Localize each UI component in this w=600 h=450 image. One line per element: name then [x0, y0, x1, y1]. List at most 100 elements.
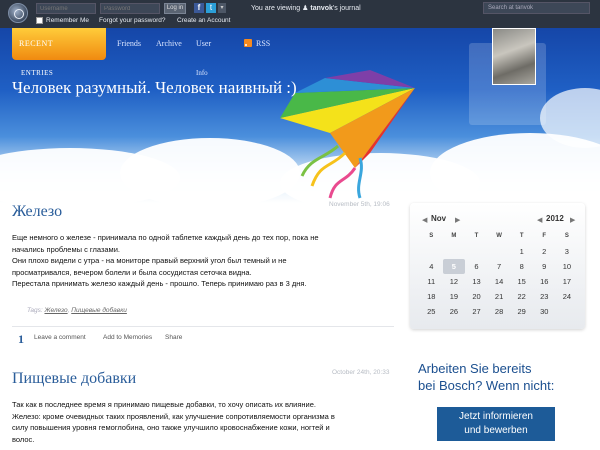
nav-entries-label[interactable]: ENTRIES	[21, 69, 53, 77]
remember-me[interactable]: Remember Me	[36, 17, 89, 24]
post-title[interactable]: Пищевые добавки	[12, 370, 136, 388]
journal-owner-link[interactable]: tanvok	[310, 5, 333, 12]
calendar-day[interactable]: 12	[443, 274, 466, 289]
nav-user[interactable]: User	[196, 39, 211, 48]
password-input[interactable]	[100, 3, 160, 14]
weekday-label: S	[564, 233, 569, 239]
twitter-icon[interactable]: t	[206, 3, 216, 13]
viewing-prefix: You are viewing	[251, 5, 301, 12]
weekday-label: T	[474, 233, 479, 239]
post-line: Железо: кроме очевидных таких проявлений…	[12, 411, 335, 421]
calendar-day[interactable]: 7	[488, 259, 511, 274]
calendar-month[interactable]: Nov	[431, 214, 446, 223]
journal-title: Человек разумный. Человек наивный :)	[12, 78, 297, 97]
ad-apply-button[interactable]: Jetzt informieren und bewerben	[437, 407, 555, 441]
calendar-day[interactable]: 26	[443, 304, 466, 319]
post-date: November 5th, 19:06	[329, 201, 390, 208]
tag-link[interactable]: Пищевые добавки	[71, 307, 127, 314]
calendar-day[interactable]: 8	[510, 259, 533, 274]
remember-me-label: Remember Me	[46, 17, 89, 24]
post-line: Перестала принимать железо каждый день -…	[12, 279, 307, 288]
weekday-label: M	[451, 233, 457, 239]
login-button[interactable]: Log in	[164, 3, 186, 14]
calendar-day[interactable]: 18	[420, 289, 443, 304]
nav-info[interactable]: Info	[196, 69, 208, 77]
top-bar: Log in f t ▾ Remember Me Forgot your pas…	[0, 0, 600, 28]
share-link[interactable]: Share	[165, 334, 182, 341]
calendar-day[interactable]: 30	[533, 304, 556, 319]
comment-count[interactable]: 1	[18, 332, 24, 347]
calendar-day[interactable]: 9	[533, 259, 556, 274]
post-line: Еще немного о железе - принимала по одно…	[12, 233, 319, 242]
create-account-link[interactable]: Create an Account	[177, 17, 230, 24]
ad-banner-text[interactable]: Arbeiten Sie bereits bei Bosch? Wenn nic…	[418, 360, 588, 394]
calendar-day[interactable]: 29	[510, 304, 533, 319]
viewing-suffix: 's journal	[332, 5, 361, 12]
post-body: Еще немного о железе - принимала по одно…	[12, 232, 394, 290]
remember-me-checkbox[interactable]	[36, 17, 43, 24]
calendar-day[interactable]: 19	[443, 289, 466, 304]
calendar-day[interactable]: 16	[533, 274, 556, 289]
calendar-day[interactable]: 10	[556, 259, 579, 274]
post-line: начались проблемы с глазами.	[12, 244, 120, 254]
nav-recent-label: RECENT	[19, 39, 54, 48]
facebook-icon[interactable]: f	[194, 3, 204, 13]
calendar-day[interactable]: 4	[420, 259, 443, 274]
calendar-day[interactable]: 24	[556, 289, 579, 304]
calendar-day[interactable]: 2	[533, 244, 556, 259]
ad-button-line: und bewerben	[464, 425, 528, 436]
calendar-day	[420, 244, 443, 259]
next-month-arrow-icon[interactable]: ▶	[455, 216, 460, 224]
post-line: силу повышения уровня гемоглобина, оно т…	[12, 423, 330, 432]
calendar-day[interactable]: 5	[442, 259, 466, 274]
calendar-day[interactable]: 15	[510, 274, 533, 289]
leave-comment-link[interactable]: Leave a comment	[34, 334, 86, 341]
calendar-day[interactable]: 17	[556, 274, 579, 289]
calendar-day	[488, 244, 511, 259]
viewing-journal: You are viewing ♟ tanvok's journal	[251, 4, 361, 12]
chevron-down-icon[interactable]: ▾	[218, 3, 226, 13]
nav-rss[interactable]: RSS	[256, 39, 270, 48]
nav-friends[interactable]: Friends	[117, 39, 141, 48]
calendar-day[interactable]: 27	[465, 304, 488, 319]
post-line: просматривался, вечером болели и была со…	[12, 267, 252, 277]
add-to-memories-link[interactable]: Add to Memories	[103, 334, 152, 341]
calendar-day[interactable]: 25	[420, 304, 443, 319]
calendar-day[interactable]: 21	[488, 289, 511, 304]
weekday-label: S	[429, 233, 434, 239]
calendar-day[interactable]: 13	[465, 274, 488, 289]
calendar-week-row: 11 12 13 14 15 16 17	[420, 274, 580, 289]
tag-link[interactable]: Железо	[44, 307, 67, 314]
calendar-day[interactable]: 14	[488, 274, 511, 289]
calendar-day[interactable]: 6	[465, 259, 488, 274]
weekday-label: T	[519, 233, 524, 239]
username-input[interactable]	[36, 3, 96, 14]
calendar-week-row: 18 19 20 21 22 23 24	[420, 289, 580, 304]
prev-month-arrow-icon[interactable]: ◀	[422, 216, 427, 224]
prev-year-arrow-icon[interactable]: ◀	[537, 216, 542, 224]
journal-search-input[interactable]: Search at tanvok	[483, 2, 590, 14]
nav-recent-entries[interactable]: RECENT	[12, 28, 106, 60]
post-footer: 1 Leave a comment Add to Memories Share	[12, 326, 394, 346]
calendar-day[interactable]: 1	[510, 244, 533, 259]
ad-button-line: Jetzt informieren	[459, 411, 533, 422]
next-year-arrow-icon[interactable]: ▶	[570, 216, 575, 224]
rss-icon[interactable]	[244, 39, 252, 47]
calendar-day[interactable]: 23	[533, 289, 556, 304]
calendar-day[interactable]: 28	[488, 304, 511, 319]
tags-label: Tags:	[27, 307, 43, 314]
calendar-day[interactable]: 20	[465, 289, 488, 304]
post-title[interactable]: Железо	[12, 203, 62, 221]
calendar-day[interactable]: 11	[420, 274, 443, 289]
livejournal-logo-icon[interactable]	[8, 3, 28, 23]
forgot-password-link[interactable]: Forgot your password?	[99, 17, 165, 24]
calendar-day[interactable]: 3	[556, 244, 579, 259]
ad-line: bei Bosch? Wenn nicht:	[418, 378, 555, 393]
calendar-year[interactable]: 2012	[546, 214, 564, 223]
calendar-week-row: 4 5 6 7 8 9 10	[420, 259, 580, 274]
userpic-avatar[interactable]	[492, 28, 536, 85]
post-line: Они плохо видели с утра - на мониторе пр…	[12, 256, 287, 265]
calendar-day[interactable]: 22	[510, 289, 533, 304]
calendar-weekday-row: S M T W T F S	[420, 229, 580, 244]
nav-archive[interactable]: Archive	[156, 39, 182, 48]
